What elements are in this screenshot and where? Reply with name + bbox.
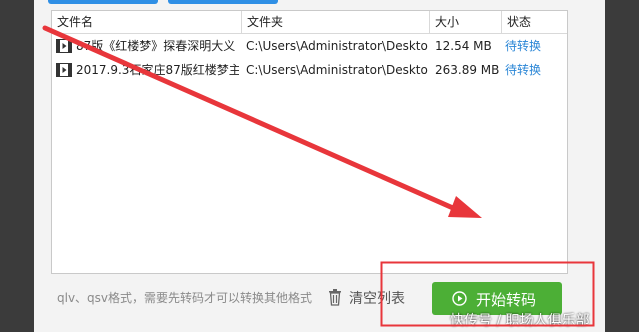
row-filename: 2017.9.3石家庄87版红楼梦主题 xyxy=(76,63,239,77)
header-status[interactable]: 状态 xyxy=(502,11,567,33)
top-blue-button-1[interactable] xyxy=(48,0,158,4)
row-folder: C:\Users\Administrator\Desktop xyxy=(246,63,428,77)
format-hint: qlv、qsv格式，需要先转码才可以转换其他格式 xyxy=(57,291,313,305)
watermark: 快传号 / 职场人俱乐部 xyxy=(450,313,590,329)
play-circle-icon xyxy=(452,291,467,306)
video-file-icon xyxy=(56,63,72,77)
video-file-icon xyxy=(56,39,72,53)
header-folder[interactable]: 文件夹 xyxy=(242,11,430,33)
top-blue-button-2[interactable] xyxy=(168,0,278,4)
row-folder: C:\Users\Administrator\Desktop xyxy=(246,39,428,53)
header-size[interactable]: 大小 xyxy=(430,11,502,33)
clear-list-label: 清空列表 xyxy=(349,291,405,307)
trash-icon xyxy=(329,289,341,306)
row-status: 待转换 xyxy=(505,63,542,77)
converter-window: 文件名 文件夹 大小 状态 87版《红楼梦》探春深明大义 C:\Users\Ad… xyxy=(34,0,605,332)
row-size: 12.54 MB xyxy=(435,39,492,53)
file-list: 文件名 文件夹 大小 状态 87版《红楼梦》探春深明大义 C:\Users\Ad… xyxy=(51,10,568,274)
header-filename[interactable]: 文件名 xyxy=(52,11,242,33)
row-size: 263.89 MB xyxy=(435,63,500,77)
file-list-header: 文件名 文件夹 大小 状态 xyxy=(52,11,567,34)
table-row[interactable]: 87版《红楼梦》探春深明大义 C:\Users\Administrator\De… xyxy=(52,35,567,57)
start-convert-label: 开始转码 xyxy=(476,291,537,309)
row-filename: 87版《红楼梦》探春深明大义 xyxy=(76,39,236,53)
row-status: 待转换 xyxy=(505,39,542,53)
table-row[interactable]: 2017.9.3石家庄87版红楼梦主题 C:\Users\Administrat… xyxy=(52,59,567,81)
